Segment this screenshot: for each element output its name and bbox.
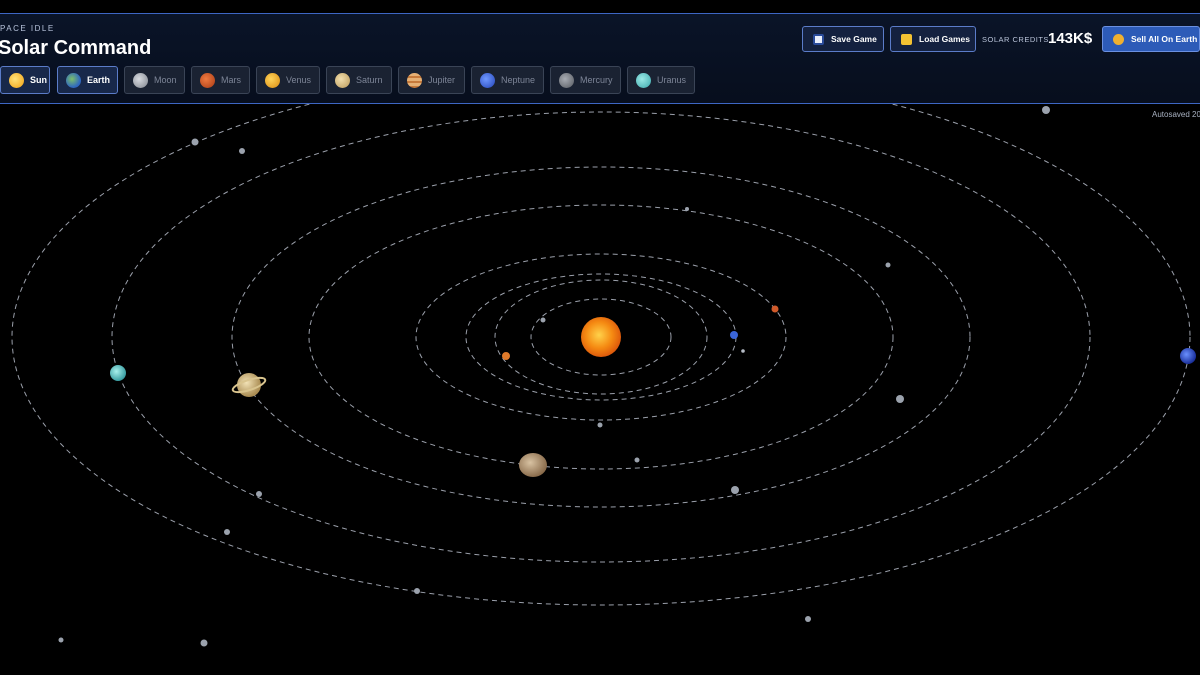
- jupiter-icon: [407, 72, 422, 88]
- tab-saturn[interactable]: Saturn: [326, 66, 392, 94]
- planet-mars[interactable]: [771, 305, 779, 313]
- tab-label: Venus: [286, 75, 312, 85]
- mercury-icon: [559, 72, 574, 88]
- page-title: Solar Command: [0, 37, 152, 59]
- sell-all-label: Sell All On Earth: [1131, 34, 1198, 44]
- folder-icon: [901, 33, 912, 45]
- tab-label: Neptune: [501, 75, 536, 85]
- solar-system-view: [11, 104, 1196, 647]
- planet-uranus[interactable]: [110, 365, 126, 381]
- tab-label: Moon: [154, 75, 177, 85]
- asteroid: [200, 639, 208, 647]
- tab-label: Mercury: [580, 75, 613, 85]
- load-games-label: Load Games: [919, 34, 971, 44]
- uranus-icon: [636, 72, 651, 88]
- saturn-body: [237, 373, 261, 397]
- sell-all-button[interactable]: Sell All On Earth: [1102, 26, 1200, 52]
- tab-uranus[interactable]: Uranus: [627, 66, 695, 94]
- planet-saturn[interactable]: [231, 373, 267, 397]
- venus-icon: [265, 72, 280, 88]
- tab-mercury[interactable]: Mercury: [550, 66, 621, 94]
- asteroid: [634, 457, 640, 463]
- tab-label: Earth: [87, 75, 111, 85]
- asteroid: [224, 529, 230, 535]
- asteroid: [58, 637, 64, 643]
- asteroid: [256, 491, 262, 497]
- asteroid: [896, 395, 904, 403]
- tab-label: Jupiter: [428, 75, 456, 85]
- credits-value: 143K$: [1048, 30, 1093, 47]
- tab-label: Sun: [30, 75, 47, 85]
- money-bag-icon: [1113, 33, 1124, 45]
- planet-earth[interactable]: [730, 331, 738, 339]
- asteroid: [597, 422, 603, 428]
- load-games-button[interactable]: Load Games: [890, 26, 976, 52]
- asteroid-field: [58, 106, 1050, 647]
- moon[interactable]: [741, 349, 745, 353]
- asteroid: [239, 148, 245, 154]
- autosave-status: Autosaved 20: [1152, 110, 1200, 119]
- tab-venus[interactable]: Venus: [256, 66, 320, 94]
- save-game-button[interactable]: Save Game: [802, 26, 884, 52]
- asteroid: [731, 486, 739, 494]
- game-kicker: PACE IDLE: [0, 24, 55, 33]
- asteroid: [685, 207, 689, 211]
- mars-icon: [200, 72, 215, 88]
- tab-earth[interactable]: Earth: [57, 66, 118, 94]
- asteroid: [1042, 106, 1050, 114]
- planet-mercury[interactable]: [502, 352, 510, 360]
- tab-neptune[interactable]: Neptune: [471, 66, 544, 94]
- sun-icon: [9, 72, 24, 88]
- planet-neptune[interactable]: [1180, 348, 1196, 364]
- credits-label: SOLAR CREDITS: [982, 35, 1049, 44]
- planet-jupiter[interactable]: [519, 453, 547, 477]
- moon-icon: [133, 72, 148, 88]
- save-game-label: Save Game: [831, 34, 877, 44]
- tab-label: Uranus: [657, 75, 687, 85]
- top-bar: PACE IDLE Solar Command Sun Earth Moon M…: [0, 13, 1200, 104]
- sun[interactable]: [581, 317, 621, 357]
- asteroid: [191, 138, 199, 146]
- saturn-icon: [335, 72, 350, 88]
- tab-moon[interactable]: Moon: [124, 66, 185, 94]
- neptune-icon: [480, 72, 495, 88]
- tab-mars[interactable]: Mars: [191, 66, 250, 94]
- floppy-disk-icon: [813, 33, 824, 45]
- asteroid: [885, 262, 891, 268]
- tab-label: Mars: [221, 75, 241, 85]
- tab-label: Saturn: [356, 75, 383, 85]
- tab-jupiter[interactable]: Jupiter: [398, 66, 465, 94]
- asteroid: [540, 317, 546, 323]
- asteroid: [805, 616, 811, 622]
- earth-icon: [66, 72, 81, 88]
- tab-sun[interactable]: Sun: [0, 66, 50, 94]
- asteroid: [414, 588, 420, 594]
